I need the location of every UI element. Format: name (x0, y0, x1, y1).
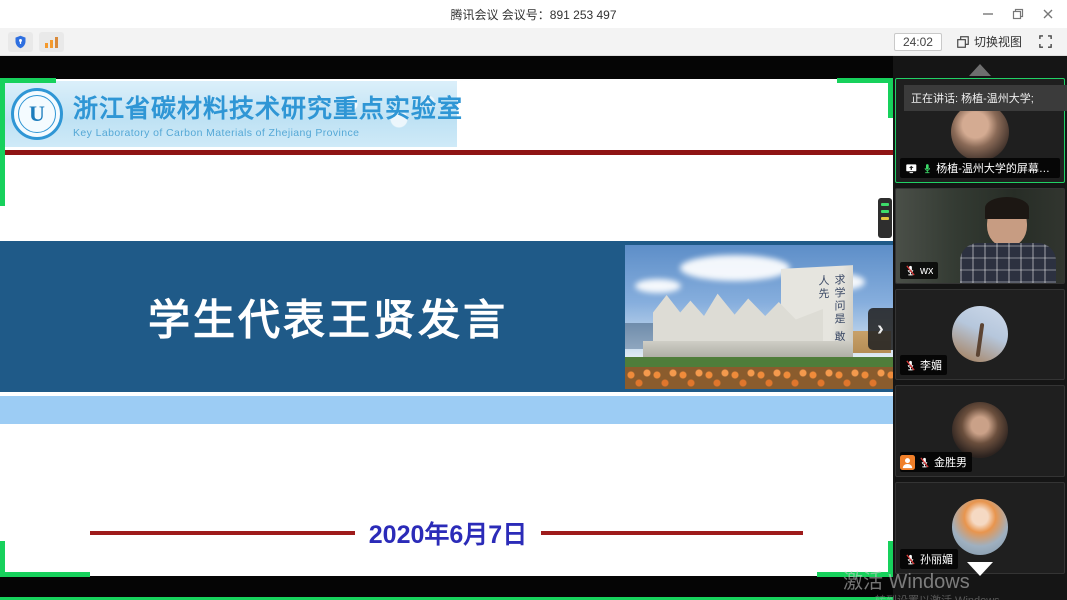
participants-sidebar: 杨植-温州大学的屏幕共... 正在讲话: 杨植-温州大学; wx (893, 56, 1067, 600)
person-plaid-shirt (960, 243, 1056, 283)
mic-muted-icon (905, 264, 916, 277)
switch-view-label: 切换视图 (974, 33, 1022, 50)
close-button[interactable] (1033, 0, 1063, 28)
red-rule-right (541, 531, 803, 535)
share-frame-corner-bottom-right (817, 541, 893, 577)
screen-share-icon (905, 163, 918, 174)
light-blue-strip (0, 396, 893, 424)
restore-icon (1012, 8, 1024, 20)
restore-button[interactable] (1003, 0, 1033, 28)
avatar (952, 306, 1008, 362)
presentation-slide: 浙江省碳材料技术研究重点实验室 Key Laboratory of Carbon… (0, 79, 893, 576)
share-frame-corner-top-right (837, 78, 893, 118)
network-signal-icon (44, 35, 59, 49)
red-divider-top (0, 150, 893, 155)
participant-label: 金胜男 (900, 452, 972, 472)
switch-view-button[interactable]: 切换视图 (956, 33, 1022, 50)
share-frame-corner-top-left (0, 78, 56, 206)
slide-title: 学生代表王贤发言 (148, 286, 508, 347)
meeting-timer: 24:02 (894, 33, 942, 51)
mic-on-icon (922, 162, 933, 175)
scroll-down-arrow[interactable] (967, 562, 993, 576)
flower-bed (625, 367, 893, 389)
avatar (952, 499, 1008, 555)
share-quality-indicator (878, 198, 892, 238)
member-badge-icon (900, 455, 915, 470)
meeting-security-button[interactable] (8, 32, 33, 52)
mic-muted-icon (905, 553, 916, 566)
cloud-shape (635, 279, 681, 293)
lab-title-en: Key Laboratory of Carbon Materials of Zh… (73, 127, 463, 139)
minimize-button[interactable] (973, 0, 1003, 28)
participant-name: wx (920, 265, 933, 277)
expand-panel-button[interactable]: › (868, 308, 893, 350)
person-head (987, 201, 1027, 247)
participant-label: 孙丽媚 (900, 549, 958, 569)
network-status-button[interactable] (39, 32, 64, 52)
fullscreen-icon (1038, 34, 1053, 49)
window-title: 腾讯会议 会议号：891 253 497 (450, 6, 616, 23)
participant-label: wx (900, 262, 938, 279)
indicator-bar (881, 203, 889, 206)
participant-label: 李媚 (900, 355, 947, 375)
window-controls (973, 0, 1063, 28)
shield-icon (13, 34, 28, 50)
cloud-shape (680, 255, 790, 281)
chevron-right-icon: › (877, 318, 884, 341)
participant-name: 金胜男 (934, 454, 967, 470)
participant-tile-sunlimei[interactable]: 孙丽媚 (895, 482, 1065, 574)
minimize-icon (982, 8, 994, 20)
participant-tile-limei[interactable]: 李媚 (895, 289, 1065, 380)
slide-date: 2020年6月7日 (369, 515, 527, 551)
speaking-now-tooltip: 正在讲话: 杨植-温州大学; (904, 85, 1067, 111)
main-area: 浙江省碳材料技术研究重点实验室 Key Laboratory of Carbon… (0, 56, 1067, 600)
participant-name: 孙丽媚 (920, 551, 953, 567)
participant-tile-wx[interactable]: wx (895, 188, 1065, 284)
slide-header-banner: 浙江省碳材料技术研究重点实验室 Key Laboratory of Carbon… (5, 81, 457, 147)
indicator-bar (881, 210, 889, 213)
participant-label: 杨植-温州大学的屏幕共... (900, 158, 1060, 178)
title-bar: 腾讯会议 会议号：891 253 497 (0, 0, 1067, 28)
participant-tile-jinshengnan[interactable]: 金胜男 (895, 385, 1065, 477)
red-rule-left (90, 531, 355, 535)
avatar (951, 103, 1009, 161)
lab-title-cn: 浙江省碳材料技术研究重点实验室 (73, 89, 463, 125)
participant-name: 杨植-温州大学的屏幕共... (936, 160, 1055, 176)
shared-screen-area[interactable]: 浙江省碳材料技术研究重点实验室 Key Laboratory of Carbon… (0, 56, 893, 600)
lab-title-block: 浙江省碳材料技术研究重点实验室 Key Laboratory of Carbon… (73, 89, 463, 139)
fullscreen-button[interactable] (1038, 34, 1053, 49)
mic-muted-icon (905, 359, 916, 372)
mic-muted-icon (919, 456, 930, 469)
share-frame-corner-bottom-left (0, 541, 90, 577)
participant-name: 李媚 (920, 357, 942, 373)
grass-strip (625, 357, 893, 367)
slide-date-row: 2020年6月7日 (0, 517, 893, 549)
tencent-meeting-window: 腾讯会议 会议号：891 253 497 24:02 切换视图 (0, 0, 1067, 600)
switch-view-icon (956, 35, 970, 49)
indicator-bar (881, 217, 889, 220)
close-icon (1042, 8, 1054, 20)
scroll-up-arrow[interactable] (969, 64, 991, 76)
campus-monument-photo: 求学问是 敢为人先 (625, 245, 893, 389)
meeting-toolbar: 24:02 切换视图 (0, 28, 1067, 56)
avatar (952, 402, 1008, 458)
